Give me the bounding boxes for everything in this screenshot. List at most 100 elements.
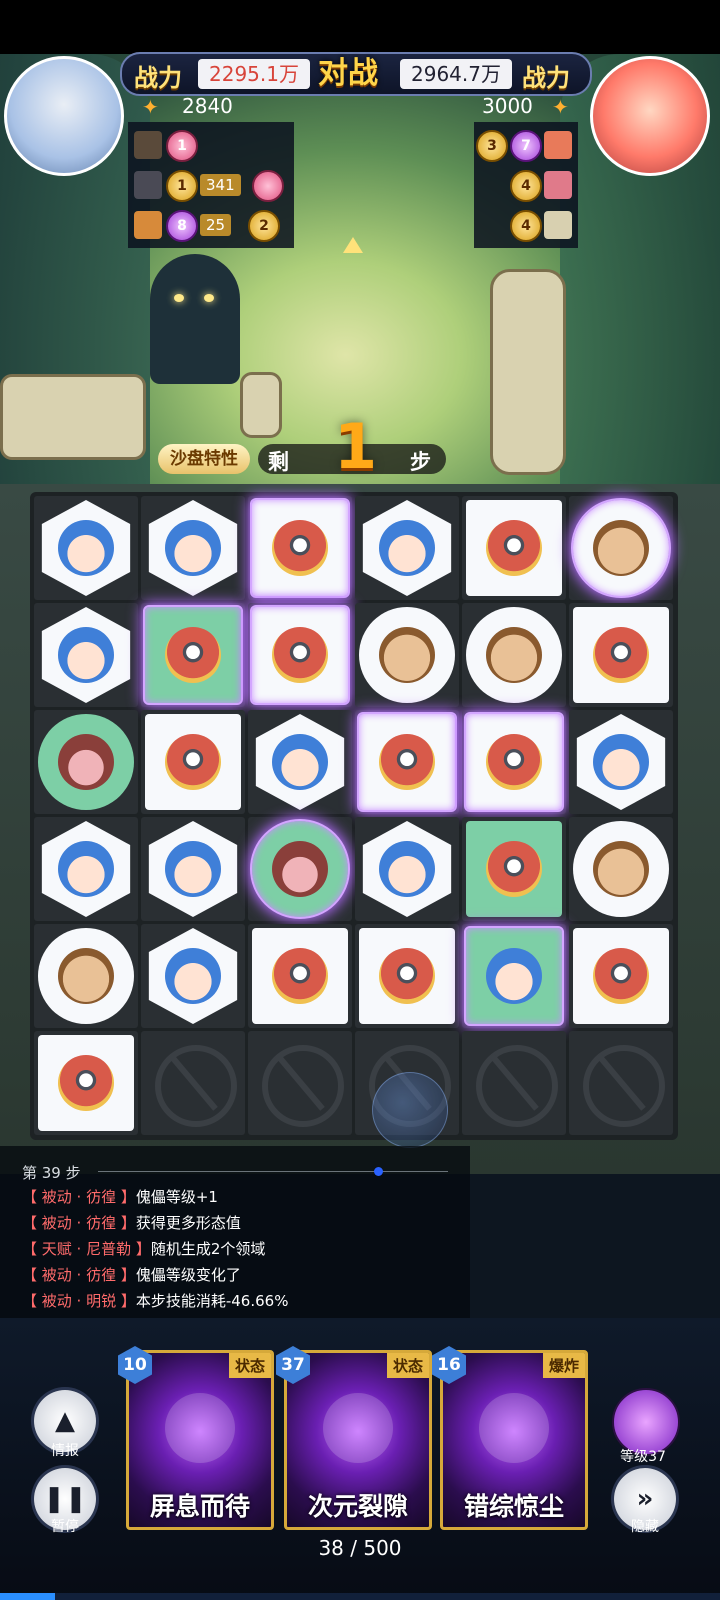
skill-row[interactable]: 8 25 2 [134,208,294,242]
puppet-piece-hex-blue-girl[interactable] [362,500,452,596]
board-cell[interactable] [34,603,138,707]
board-cell[interactable] [569,817,673,921]
skill-row[interactable]: 3 7 [474,128,578,162]
board-cell[interactable] [248,603,352,707]
right-power-label: 战力 [522,64,570,92]
board-cell[interactable] [569,710,673,814]
puppet-piece-hex-blue-girl[interactable] [148,928,238,1024]
battle-log[interactable]: 第 39 步 【 被动 · 彷徨 】傀儡等级+1 【 被动 · 彷徨 】获得更多… [0,1146,470,1318]
puppet-piece-hex-blue-girl[interactable] [148,821,238,917]
puppet-piece-square-monocle[interactable] [250,605,350,705]
puppet-piece-circle-monocle-man[interactable] [571,498,671,598]
sandbox-trait-button[interactable]: 沙盘特性 [158,444,250,474]
puppet-piece-circle-monocle-man[interactable] [466,607,562,703]
skill-badge: 1 [166,170,198,202]
energy-star-icon: ✦ [142,95,159,119]
puppet-piece-hex-blue-girl[interactable] [41,607,131,703]
log-source: 【 被动 · 彷徨 】 [22,1188,136,1206]
puppet-piece-hex-blue-girl[interactable] [41,821,131,917]
locked-slot-icon [262,1045,344,1127]
player-avatar[interactable] [4,56,124,176]
puppet-piece-square-green-goggle-girl[interactable] [464,926,564,1026]
skill-row[interactable]: 1 341 [134,168,294,202]
puppet-piece-square-monocle[interactable] [250,498,350,598]
board-cell[interactable] [355,603,459,707]
log-entry: 【 被动 · 彷徨 】傀儡等级变化了 [22,1264,241,1285]
skill-portrait [134,211,162,239]
board-cell[interactable] [141,924,245,1028]
puppet-piece-square-green-monocle[interactable] [143,605,243,705]
board-cell[interactable] [141,710,245,814]
puppet-piece-square-monocle[interactable] [252,928,348,1024]
board-cell[interactable] [462,1031,566,1135]
board-cell[interactable] [569,603,673,707]
skill-badge: 7 [510,130,542,162]
puppet-piece-hex-blue-girl[interactable] [576,714,666,810]
board-cell[interactable] [248,817,352,921]
board-cell[interactable] [355,817,459,921]
puppet-piece-hex-blue-girl[interactable] [255,714,345,810]
board-cell[interactable] [141,817,245,921]
puppet-piece-square-monocle[interactable] [573,928,669,1024]
skill-badge-icon [252,170,284,202]
board-cell[interactable] [462,603,566,707]
puppet-piece-hex-blue-girl[interactable] [362,821,452,917]
board-cell[interactable] [569,1031,673,1135]
opponent-avatar[interactable] [590,56,710,176]
puppet-piece-hex-blue-girl[interactable] [148,500,238,596]
versus-label: 对战 [318,56,378,91]
puppet-piece-circle-monocle-man[interactable] [359,607,455,703]
puppet-face-icon [486,841,542,897]
skill-card[interactable]: 状态 次元裂隙 [284,1350,432,1530]
board-cell[interactable] [355,496,459,600]
opponent-skill-panel: 3 7 4 4 [474,122,578,248]
puppet-face-icon [486,734,542,790]
log-entry: 【 被动 · 彷徨 】获得更多形态值 [22,1212,241,1233]
board-cell[interactable] [141,603,245,707]
skill-row[interactable]: 4 [474,208,578,242]
puppet-piece-circle-green-goggles[interactable] [250,819,350,919]
puppet-piece-square-green-monocle[interactable] [466,821,562,917]
board-cell[interactable] [248,710,352,814]
puppet-piece-circle-monocle-man[interactable] [38,928,134,1024]
board-cell[interactable] [34,924,138,1028]
board-cell[interactable] [569,924,673,1028]
board-cell[interactable] [141,1031,245,1135]
puppet-piece-square-monocle[interactable] [466,500,562,596]
puppet-face-icon [58,1055,114,1111]
board-cell[interactable] [34,710,138,814]
skill-row[interactable]: 1 [134,128,294,162]
board-cell[interactable] [355,924,459,1028]
puppet-piece-square-monocle[interactable] [145,714,241,810]
board-cell[interactable] [141,496,245,600]
board-cell[interactable] [248,1031,352,1135]
puppet-face-icon [165,520,221,576]
puppet-face-icon [165,948,221,1004]
puppet-face-icon [379,627,435,683]
puppet-piece-circle-green-goggles[interactable] [38,714,134,810]
puppet-piece-square-monocle[interactable] [464,712,564,812]
board-cell[interactable] [34,817,138,921]
puppet-piece-square-monocle[interactable] [38,1035,134,1131]
puppet-piece-square-monocle[interactable] [359,928,455,1024]
puppet-piece-square-monocle[interactable] [357,712,457,812]
puppet-piece-circle-monocle-man[interactable] [573,821,669,917]
board-cell[interactable] [34,496,138,600]
board-cell[interactable] [569,496,673,600]
puppet-piece-square-monocle[interactable] [573,607,669,703]
card-tag: 状态 [386,1353,429,1378]
board-cell[interactable] [462,496,566,600]
board-cell[interactable] [248,924,352,1028]
skill-row[interactable]: 4 [474,168,578,202]
board-cell[interactable] [462,710,566,814]
board-cell[interactable] [462,817,566,921]
board-cell[interactable] [462,924,566,1028]
left-power-label: 战力 [134,64,182,92]
puppet-piece-hex-blue-girl[interactable] [41,500,131,596]
board-cell[interactable] [355,710,459,814]
double-chevron-right-icon: » [636,1484,654,1514]
board-cell[interactable] [34,1031,138,1135]
skill-card[interactable]: 状态 屏息而待 [126,1350,274,1530]
skill-card[interactable]: 爆炸 错综惊尘 [440,1350,588,1530]
board-cell[interactable] [248,496,352,600]
